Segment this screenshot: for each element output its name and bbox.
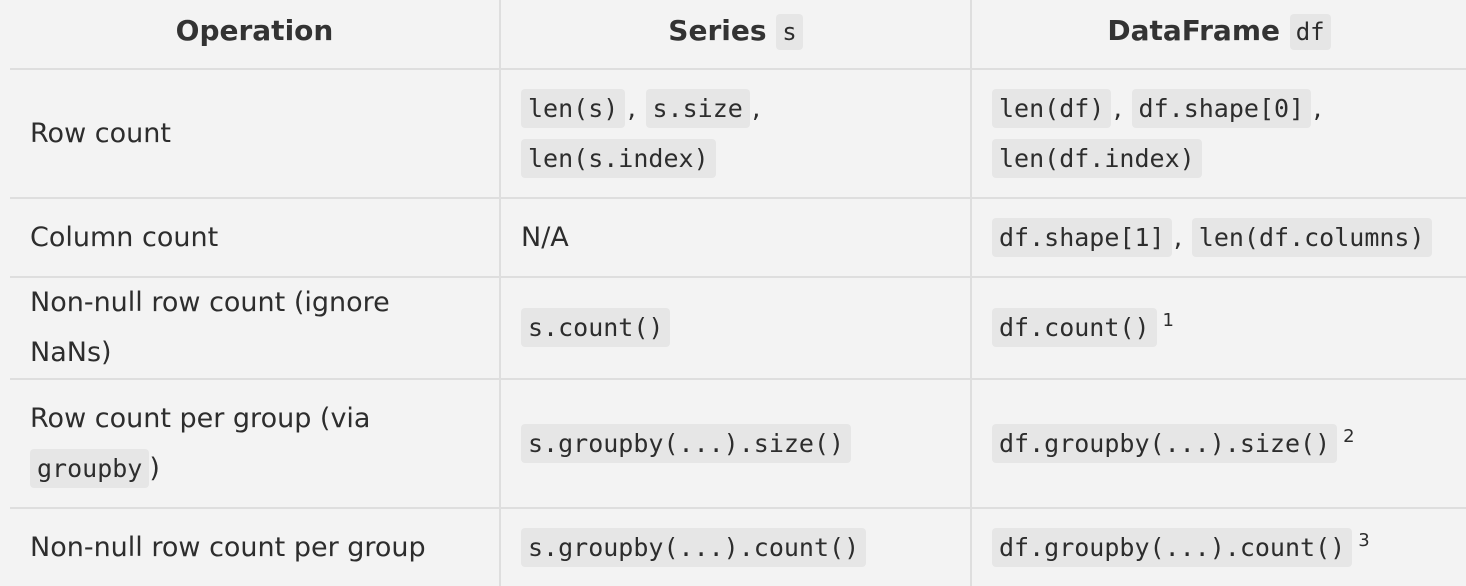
code-snippet: s.groupby(...).count() [521,527,867,567]
separator: , [627,92,636,124]
header-operation: Operation [10,0,501,70]
code-snippet: df.groupby(...).size() [992,423,1338,463]
separator: , [751,92,761,124]
series-cell: N/A [500,198,972,277]
operation-cell: Column count [10,198,501,277]
code-snippet: df.groupby(...).count() [992,527,1353,567]
table-header-row: Operation Series s DataFrame df [10,0,1466,70]
header-dataframe: DataFrame df [971,0,1466,70]
code-snippet: len(s.index) [521,138,716,178]
footnote-marker[interactable]: 2 [1343,426,1354,447]
header-series-code: s [776,13,803,50]
operation-text: Column count [30,221,219,253]
separator: , [1173,221,1183,253]
header-series-label: Series [668,13,767,47]
count-operations-table: Operation Series s DataFrame df Row coun… [10,0,1466,586]
code-snippet: groupby [30,448,150,488]
code-snippet: df.shape[1] [992,217,1172,257]
code-snippet: len(df) [992,88,1112,128]
separator: , [1113,92,1122,124]
operation-cell: Non-null row count per group [10,508,501,586]
series-cell: s.groupby(...).count() [500,508,972,586]
code-snippet: len(s) [521,88,626,128]
operation-text: Non-null row count (ignore NaNs) [30,287,390,368]
operation-text: Row count [30,117,171,149]
series-cell: len(s), s.size, len(s.index) [500,69,972,198]
code-snippet: s.size [645,88,750,128]
series-cell: s.count() [500,277,972,379]
dataframe-cell: len(df), df.shape[0], len(df.index) [971,69,1466,198]
code-snippet: s.groupby(...).size() [521,423,852,463]
dataframe-cell: df.count() 1 [971,277,1466,379]
table-row: Row count len(s), s.size, len(s.index) le… [10,69,1466,198]
not-applicable-text: N/A [521,221,569,253]
footnote-marker[interactable]: 3 [1358,530,1369,551]
operation-cell: Non-null row count (ignore NaNs) [10,277,501,379]
code-snippet: len(df.columns) [1191,217,1432,257]
header-dataframe-label: DataFrame [1107,13,1280,47]
dataframe-cell: df.groupby(...).count() 3 [971,508,1466,586]
table-row: Row count per group (via groupby) s.group… [10,379,1466,508]
footnote-marker[interactable]: 1 [1163,310,1174,331]
table-row: Non-null row count per group s.groupby(.… [10,508,1466,586]
operation-text: Row count per group (via [30,402,371,434]
header-dataframe-code: df [1289,13,1331,50]
operation-cell: Row count [10,69,501,198]
separator: , [1313,92,1322,124]
code-snippet: s.count() [521,308,671,347]
operation-text-suffix: ) [149,452,160,484]
code-snippet: len(df.index) [992,138,1202,178]
series-cell: s.groupby(...).size() [500,379,972,508]
header-series: Series s [500,0,972,70]
code-snippet: df.count() [992,308,1157,347]
dataframe-cell: df.groupby(...).size() 2 [971,379,1466,508]
operation-text: Non-null row count per group [30,531,426,563]
table-row: Column count N/A df.shape[1], len(df.col… [10,198,1466,277]
table-row: Non-null row count (ignore NaNs) s.count… [10,277,1466,379]
dataframe-cell: df.shape[1], len(df.columns) [971,198,1466,277]
operation-cell: Row count per group (via groupby) [10,379,501,508]
code-snippet: df.shape[0] [1131,88,1312,128]
